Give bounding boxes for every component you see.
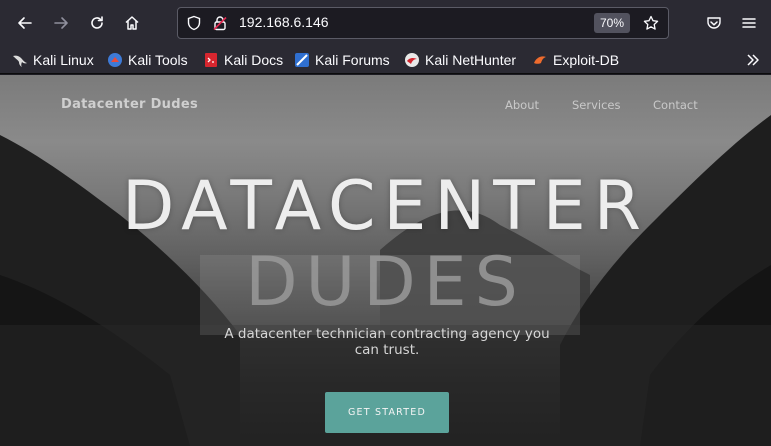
bookmark-label: Kali Docs bbox=[224, 52, 284, 68]
kali-nethunter-icon bbox=[404, 52, 420, 68]
nav-link-contact[interactable]: Contact bbox=[653, 98, 698, 112]
bookmark-label: Kali Forums bbox=[315, 52, 390, 68]
site-brand[interactable]: Datacenter Dudes bbox=[61, 97, 198, 112]
bookmark-kali-tools[interactable]: Kali Tools bbox=[107, 50, 188, 70]
back-arrow-icon[interactable] bbox=[10, 8, 40, 38]
url-text[interactable]: 192.168.6.146 bbox=[239, 14, 329, 30]
bookmark-label: Kali NetHunter bbox=[425, 52, 517, 68]
bookmark-label: Kali Tools bbox=[128, 52, 188, 68]
bookmarks-toolbar: Kali Linux Kali Tools Kali Docs Kali For… bbox=[0, 46, 771, 74]
bookmark-exploit-db[interactable]: Exploit-DB bbox=[532, 50, 619, 70]
insecure-lock-icon[interactable] bbox=[210, 13, 230, 33]
bookmark-kali-forums[interactable]: Kali Forums bbox=[294, 50, 390, 70]
zoom-level-badge[interactable]: 70% bbox=[594, 13, 630, 33]
web-page: Datacenter Dudes About Services Contact … bbox=[0, 75, 771, 446]
exploit-db-icon bbox=[532, 52, 548, 68]
hero-title: DATACENTER bbox=[121, 167, 650, 246]
hero-tagline: A datacenter technician contracting agen… bbox=[224, 326, 550, 358]
address-bar[interactable]: 192.168.6.146 70% bbox=[177, 7, 669, 39]
bookmark-kali-linux[interactable]: Kali Linux bbox=[12, 50, 94, 70]
reload-icon[interactable] bbox=[82, 8, 112, 38]
bookmark-star-icon[interactable] bbox=[641, 13, 661, 33]
kali-tools-icon bbox=[107, 52, 123, 68]
hero-subtitle: DUDES bbox=[245, 243, 526, 322]
kali-forums-icon bbox=[294, 52, 310, 68]
nav-link-about[interactable]: About bbox=[505, 98, 539, 112]
chevron-double-right-icon[interactable] bbox=[742, 50, 764, 70]
home-icon[interactable] bbox=[117, 8, 147, 38]
pocket-icon[interactable] bbox=[699, 8, 729, 38]
bookmark-label: Kali Linux bbox=[33, 52, 94, 68]
browser-toolbar: 192.168.6.146 70% bbox=[0, 0, 771, 46]
nav-link-services[interactable]: Services bbox=[572, 98, 621, 112]
bookmark-kali-docs[interactable]: Kali Docs bbox=[203, 50, 283, 70]
shield-icon[interactable] bbox=[184, 13, 204, 33]
get-started-button[interactable]: GET STARTED bbox=[325, 392, 449, 433]
kali-dragon-icon bbox=[12, 52, 28, 68]
kali-docs-icon bbox=[203, 52, 219, 68]
bookmark-kali-nethunter[interactable]: Kali NetHunter bbox=[404, 50, 516, 70]
hamburger-menu-icon[interactable] bbox=[734, 8, 764, 38]
bookmark-label: Exploit-DB bbox=[553, 52, 620, 68]
forward-arrow-icon[interactable] bbox=[46, 8, 76, 38]
